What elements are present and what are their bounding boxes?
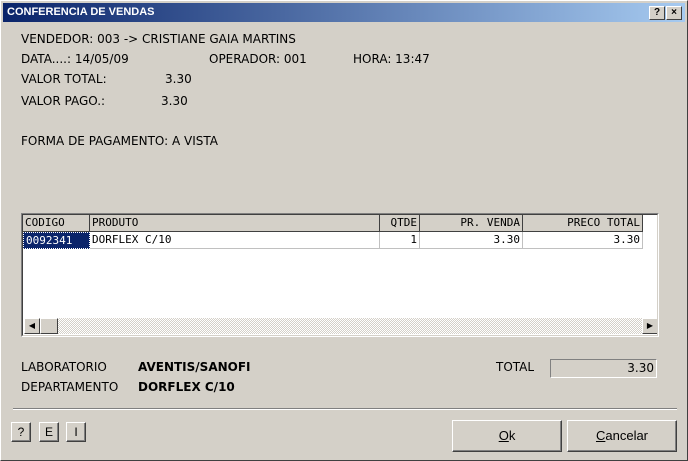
- data-text: DATA....: 14/05/09: [21, 52, 129, 66]
- scroll-thumb[interactable]: [40, 318, 58, 334]
- laboratorio-label: LABORATORIO: [21, 360, 107, 374]
- total-field: 3.30: [550, 359, 657, 378]
- column-header-pr-venda[interactable]: PR. VENDA: [420, 215, 523, 232]
- horizontal-scrollbar[interactable]: ◀ ▶: [24, 318, 657, 334]
- ok-button-mnemonic: O: [498, 428, 509, 443]
- valor-total-label: VALOR TOTAL:: [21, 72, 107, 86]
- cell-pr-venda[interactable]: 3.30: [420, 232, 523, 249]
- dialog-window: CONFERENCIA DE VENDAS ? × VENDEDOR: 003 …: [0, 0, 688, 461]
- total-label: TOTAL: [496, 360, 535, 374]
- cancel-button-label: ancelar: [605, 428, 649, 443]
- departamento-label: DEPARTAMENTO: [21, 380, 119, 394]
- laboratorio-value: AVENTIS/SANOFI: [138, 360, 251, 374]
- scroll-right-icon[interactable]: ▶: [642, 318, 657, 334]
- cell-qtde[interactable]: 1: [380, 232, 420, 249]
- sales-grid[interactable]: CODIGO PRODUTO QTDE PR. VENDA PRECO TOTA…: [21, 213, 659, 337]
- help-button[interactable]: ?: [11, 422, 31, 442]
- valor-pago-label: VALOR PAGO.:: [21, 94, 106, 108]
- cancel-button[interactable]: Cancelar: [567, 420, 677, 452]
- forma-pagamento-text: FORMA DE PAGAMENTO: A VISTA: [21, 134, 219, 148]
- ok-button[interactable]: Ok: [452, 420, 562, 452]
- column-header-preco-total[interactable]: PRECO TOTAL: [523, 215, 643, 232]
- cell-codigo[interactable]: 0092341: [23, 232, 90, 249]
- scroll-left-icon[interactable]: ◀: [24, 318, 40, 334]
- hora-text: HORA: 13:47: [353, 52, 430, 66]
- column-header-codigo[interactable]: CODIGO: [23, 215, 90, 232]
- valor-pago-value: 3.30: [161, 94, 188, 108]
- e-button[interactable]: E: [39, 422, 59, 442]
- help-title-button[interactable]: ?: [649, 6, 665, 20]
- operador-text: OPERADOR: 001: [209, 52, 307, 66]
- close-button[interactable]: ×: [666, 6, 682, 20]
- cell-preco-total[interactable]: 3.30: [523, 232, 643, 249]
- title-bar[interactable]: CONFERENCIA DE VENDAS ? ×: [3, 3, 685, 22]
- departamento-value: DORFLEX C/10: [138, 380, 235, 394]
- window-title: CONFERENCIA DE VENDAS: [7, 6, 155, 18]
- column-header-produto[interactable]: PRODUTO: [90, 215, 380, 232]
- column-header-qtde[interactable]: QTDE: [380, 215, 420, 232]
- vendedor-text: VENDEDOR: 003 -> CRISTIANE GAIA MARTINS: [21, 32, 296, 46]
- cell-produto[interactable]: DORFLEX C/10: [90, 232, 380, 249]
- valor-total-value: 3.30: [165, 72, 192, 86]
- separator: [13, 408, 677, 410]
- i-button[interactable]: I: [66, 422, 86, 442]
- ok-button-label: k: [508, 428, 516, 443]
- cancel-button-mnemonic: C: [595, 428, 606, 443]
